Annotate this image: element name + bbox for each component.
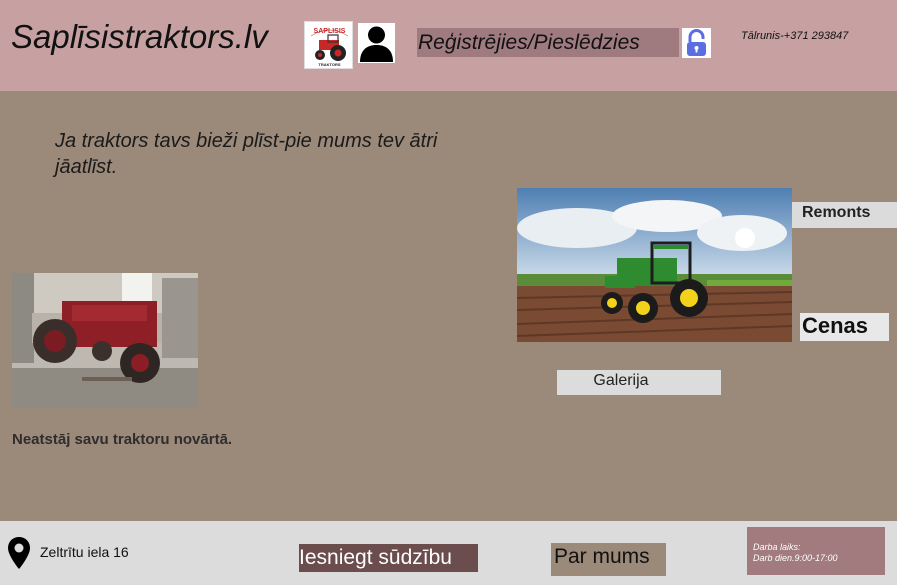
working-hours-title: Darba laiks:	[753, 542, 801, 552]
cenas-button[interactable]: Cenas	[800, 313, 889, 341]
svg-text:SAPLISIS: SAPLISIS	[314, 28, 346, 35]
svg-text:TRAKTORS: TRAKTORS	[318, 62, 340, 67]
red-tractor-photo	[12, 273, 198, 408]
about-us-button[interactable]: Par mums	[551, 543, 666, 576]
site-title[interactable]: Saplīsistraktors.lv	[11, 18, 268, 56]
remonts-button[interactable]: Remonts	[792, 202, 897, 228]
site-header: Saplīsistraktors.lv SAPLISIS TRAKTORS Re…	[0, 0, 897, 91]
address: Zeltrītu iela 16	[40, 544, 129, 560]
slogan: Ja traktors tavs bieži plīst-pie mums te…	[55, 130, 438, 178]
tagline: Neatstāj savu traktoru novārtā.	[12, 431, 233, 448]
user-icon[interactable]	[358, 23, 395, 63]
padlock-icon[interactable]	[682, 28, 711, 58]
map-pin-icon	[7, 536, 31, 570]
site-footer: Zeltrītu iela 16 Iesniegt sūdzību Par mu…	[0, 521, 897, 585]
green-tractor-photo	[516, 188, 793, 342]
working-hours: Darba laiks: Darb dien.9:00-17:00	[747, 527, 885, 575]
register-login-link[interactable]: Reģistrējies/Pieslēdzies	[417, 28, 679, 57]
galerija-button[interactable]: Galerija	[557, 370, 721, 395]
working-hours-value: Darb dien.9:00-17:00	[753, 553, 838, 563]
submit-complaint-button[interactable]: Iesniegt sūdzību	[299, 544, 478, 572]
tractor-logo[interactable]: SAPLISIS TRAKTORS	[304, 21, 353, 69]
phone-number: Tālrunis-+371 293847	[741, 30, 849, 42]
